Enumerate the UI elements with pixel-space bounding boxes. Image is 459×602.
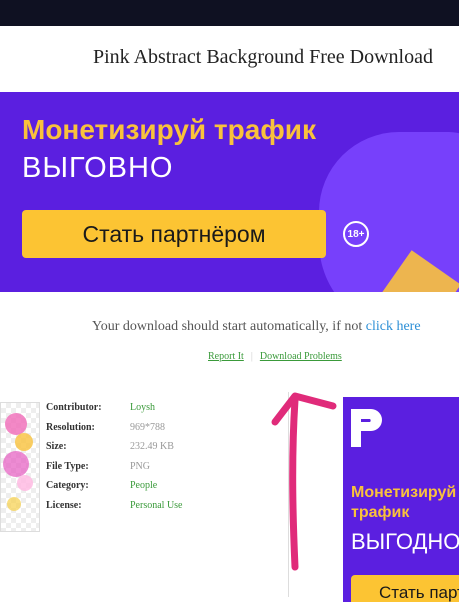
side-ad-headline: Монетизируй трафик bbox=[351, 484, 457, 521]
ad-headline: Монетизируй трафик bbox=[22, 114, 317, 145]
download-notice: Your download should start automatically… bbox=[92, 319, 421, 335]
ad-partner-button[interactable]: Стать партнёром bbox=[22, 210, 326, 258]
side-ad-partner-button[interactable]: Стать партнёром bbox=[351, 575, 459, 602]
thumb-blob bbox=[5, 413, 27, 435]
download-notice-text: Your download should start automatically… bbox=[92, 319, 366, 334]
category-link[interactable]: People bbox=[130, 480, 157, 500]
detail-row-contributor: Contributor: Loysh bbox=[46, 402, 183, 422]
detail-label: Category: bbox=[46, 480, 89, 492]
browser-top-bar bbox=[0, 0, 459, 26]
detail-label: Size: bbox=[46, 441, 67, 453]
link-separator: | bbox=[250, 351, 253, 362]
detail-label: Contributor: bbox=[46, 402, 102, 413]
thumb-blob bbox=[3, 451, 29, 477]
age-restriction-icon: 18+ bbox=[343, 221, 369, 247]
detail-value: 969*788 bbox=[130, 421, 165, 433]
banner-ad[interactable]: Монетизируй трафик ВЫГОВНО Стать партнёр… bbox=[0, 92, 459, 292]
contributor-link[interactable]: Loysh bbox=[130, 402, 155, 422]
detail-label: License: bbox=[46, 499, 82, 511]
thumb-blob bbox=[17, 475, 33, 491]
download-problems-link[interactable]: Download Problems bbox=[260, 351, 342, 362]
detail-value: PNG bbox=[130, 460, 151, 472]
brand-logo-icon bbox=[351, 409, 382, 447]
side-banner-ad[interactable]: Монетизируй трафик ВЫГОДНО Стать партнёр… bbox=[343, 397, 459, 602]
side-ad-subline: ВЫГОДНО bbox=[351, 529, 459, 554]
detail-row-filetype: File Type: PNG bbox=[46, 461, 183, 481]
detail-label: File Type: bbox=[46, 460, 89, 472]
thumb-blob bbox=[7, 497, 21, 511]
pointer-arrow-icon bbox=[271, 392, 337, 571]
image-thumbnail[interactable] bbox=[0, 402, 40, 532]
report-it-link[interactable]: Report It bbox=[208, 351, 244, 362]
detail-row-size: Size: 232.49 KB bbox=[46, 441, 183, 461]
image-details: Contributor: Loysh Resolution: 969*788 S… bbox=[46, 402, 183, 520]
detail-row-resolution: Resolution: 969*788 bbox=[46, 422, 183, 442]
click-here-link[interactable]: click here bbox=[366, 319, 421, 334]
detail-row-category: Category: People bbox=[46, 480, 183, 500]
thumb-blob bbox=[15, 433, 33, 451]
ad-subline: ВЫГОВНО bbox=[22, 152, 174, 184]
download-links: Report It | Download Problems bbox=[208, 351, 342, 362]
page-title: Pink Abstract Background Free Download bbox=[93, 46, 433, 68]
detail-value: 232.49 KB bbox=[130, 441, 174, 453]
license-link[interactable]: Personal Use bbox=[130, 500, 183, 520]
detail-row-license: License: Personal Use bbox=[46, 500, 183, 520]
detail-label: Resolution: bbox=[46, 421, 95, 433]
